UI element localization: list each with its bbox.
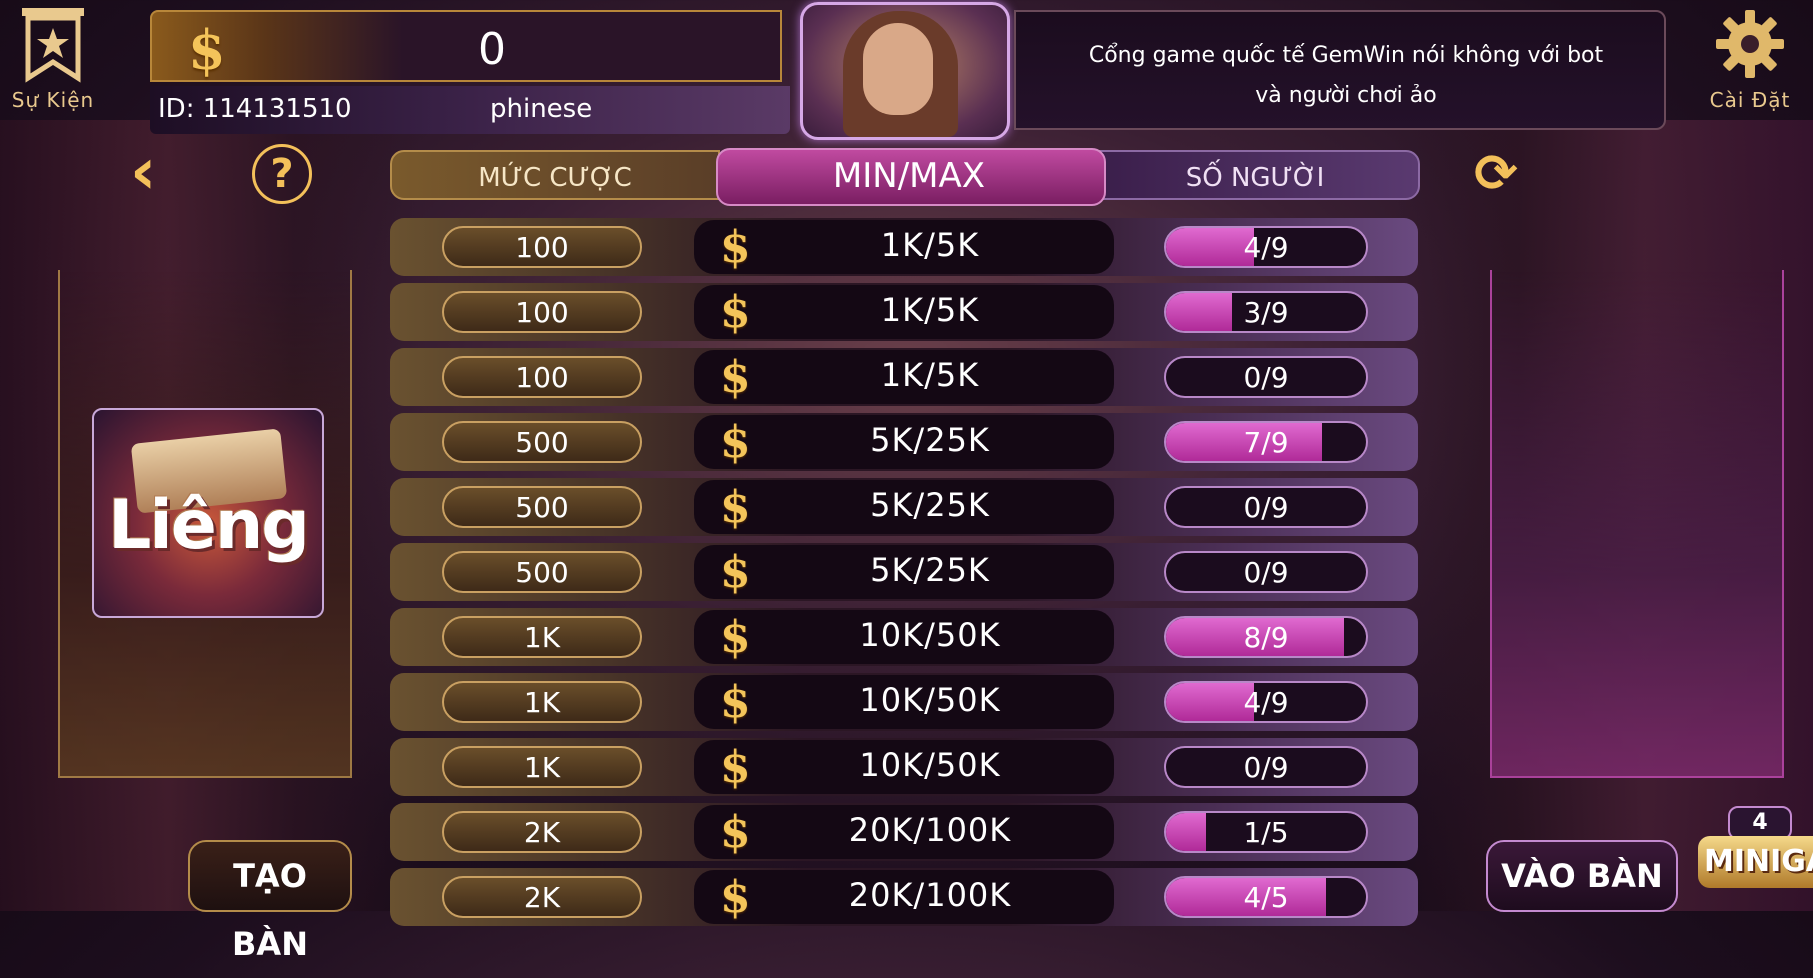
row-bet: 2K <box>442 811 642 853</box>
row-bet: 100 <box>442 356 642 398</box>
back-icon[interactable]: ‹ <box>130 140 190 206</box>
row-range: 1K/5K <box>880 356 980 394</box>
row-players: 7/9 <box>1243 426 1289 459</box>
row-bet: 1K <box>442 616 642 658</box>
event-label: Sự Kiện <box>11 88 95 112</box>
row-range: 10K/50K <box>859 746 1001 784</box>
row-players: 0/9 <box>1243 361 1289 394</box>
row-players-bar: 0/9 <box>1164 746 1368 788</box>
table-header: MỨC CƯỢC SỐ NGƯỜI MIN/MAX <box>390 148 1420 206</box>
row-bet: 500 <box>442 551 642 593</box>
refresh-icon[interactable]: ⟳ <box>1468 146 1524 202</box>
row-bet: 100 <box>442 291 642 333</box>
row-players: 0/9 <box>1243 556 1289 589</box>
row-players: 4/9 <box>1243 231 1289 264</box>
help-icon[interactable]: ? <box>252 144 312 204</box>
user-info-bar: ID: 114131510 phinese <box>150 86 790 134</box>
row-bet: 500 <box>442 486 642 528</box>
user-id: ID: 114131510 <box>158 94 352 124</box>
row-players: 8/9 <box>1243 621 1289 654</box>
table-row[interactable]: 100 $1K/5K 4/9 <box>390 218 1418 276</box>
row-players: 4/5 <box>1243 881 1289 914</box>
row-players: 3/9 <box>1243 296 1289 329</box>
coin-icon: $ <box>720 807 751 858</box>
row-range: 20K/100K <box>848 876 1012 914</box>
table-list[interactable]: 100 $1K/5K 4/9 100 $1K/5K 3/9 100 $1K/5K 0/9 5… <box>390 218 1418 926</box>
row-range: 5K/25K <box>870 486 990 524</box>
coin-icon: $ <box>720 417 751 468</box>
row-players: 0/9 <box>1243 491 1289 524</box>
row-bet: 100 <box>442 226 642 268</box>
join-table-button[interactable]: VÀO BÀN <box>1486 840 1678 912</box>
coin-icon: $ <box>720 482 751 533</box>
balance-value: 0 <box>478 24 506 75</box>
row-players-bar: 4/5 <box>1164 876 1368 918</box>
settings-label: Cài Đặt <box>1709 88 1791 112</box>
minigame-label: MINIGAME <box>1698 836 1813 888</box>
row-players-bar: 4/9 <box>1164 681 1368 723</box>
coin-icon: $ <box>188 18 226 82</box>
coin-icon: $ <box>720 612 751 663</box>
username: phinese <box>490 94 593 124</box>
game-panel-right <box>1490 270 1784 778</box>
game-logo-text: Liêng <box>108 486 310 565</box>
announcement-text: Cổng game quốc tế GemWin nói không với b… <box>1088 43 1604 108</box>
table-row[interactable]: 1K $10K/50K 8/9 <box>390 608 1418 666</box>
row-range: 10K/50K <box>859 616 1001 654</box>
table-row[interactable]: 2K $20K/100K 4/5 <box>390 868 1418 926</box>
table-row[interactable]: 500 $5K/25K 7/9 <box>390 413 1418 471</box>
avatar[interactable] <box>800 2 1010 140</box>
avatar-face <box>863 23 933 115</box>
table-row[interactable]: 100 $1K/5K 3/9 <box>390 283 1418 341</box>
table-row[interactable]: 2K $20K/100K 1/5 <box>390 803 1418 861</box>
row-players-bar: 0/9 <box>1164 356 1368 398</box>
coin-icon: $ <box>720 742 751 793</box>
row-range: 5K/25K <box>870 421 990 459</box>
row-range: 1K/5K <box>880 291 980 329</box>
table-row[interactable]: 500 $5K/25K 0/9 <box>390 478 1418 536</box>
coin-icon: $ <box>720 872 751 923</box>
coin-icon: $ <box>720 677 751 728</box>
row-players-bar: 7/9 <box>1164 421 1368 463</box>
table-row[interactable]: 100 $1K/5K 0/9 <box>390 348 1418 406</box>
settings-button[interactable]: Cài Đặt <box>1700 6 1800 121</box>
coin-icon: $ <box>720 547 751 598</box>
row-players: 4/9 <box>1243 686 1289 719</box>
create-table-button[interactable]: TẠO BÀN <box>188 840 352 963</box>
minigame-badge: 4 <box>1728 806 1792 840</box>
header-minmax[interactable]: MIN/MAX <box>716 150 1102 200</box>
row-bet: 2K <box>442 876 642 918</box>
event-button[interactable]: Sự Kiện <box>8 6 98 121</box>
row-players: 1/5 <box>1243 816 1289 849</box>
row-range: 5K/25K <box>870 551 990 589</box>
coin-icon: $ <box>720 352 751 403</box>
event-flag-icon <box>22 8 84 83</box>
header-bet[interactable]: MỨC CƯỢC <box>390 150 720 200</box>
table-row[interactable]: 1K $10K/50K 0/9 <box>390 738 1418 796</box>
row-players-bar: 0/9 <box>1164 551 1368 593</box>
row-players-bar: 8/9 <box>1164 616 1368 658</box>
row-players-bar: 0/9 <box>1164 486 1368 528</box>
row-players-bar: 1/5 <box>1164 811 1368 853</box>
table-row[interactable]: 1K $10K/50K 4/9 <box>390 673 1418 731</box>
balance-panel: $ 0 ID: 114131510 phinese <box>150 10 790 134</box>
row-bet: 500 <box>442 421 642 463</box>
table-row[interactable]: 500 $5K/25K 0/9 <box>390 543 1418 601</box>
row-players-bar: 4/9 <box>1164 226 1368 268</box>
row-players: 0/9 <box>1243 751 1289 784</box>
coin-icon: $ <box>720 222 751 273</box>
game-logo: Liêng <box>92 408 324 618</box>
announcement-panel: Cổng game quốc tế GemWin nói không với b… <box>1014 10 1666 130</box>
row-bet: 1K <box>442 681 642 723</box>
balance-bar: $ 0 <box>150 10 782 82</box>
gear-icon <box>1716 10 1784 78</box>
row-players-bar: 3/9 <box>1164 291 1368 333</box>
coin-icon: $ <box>720 287 751 338</box>
row-bet: 1K <box>442 746 642 788</box>
minigame-button[interactable]: 4 MINIGAME <box>1698 806 1813 906</box>
row-range: 20K/100K <box>848 811 1012 849</box>
header-players[interactable]: SỐ NGƯỜI <box>1090 150 1420 200</box>
row-range: 10K/50K <box>859 681 1001 719</box>
row-range: 1K/5K <box>880 226 980 264</box>
